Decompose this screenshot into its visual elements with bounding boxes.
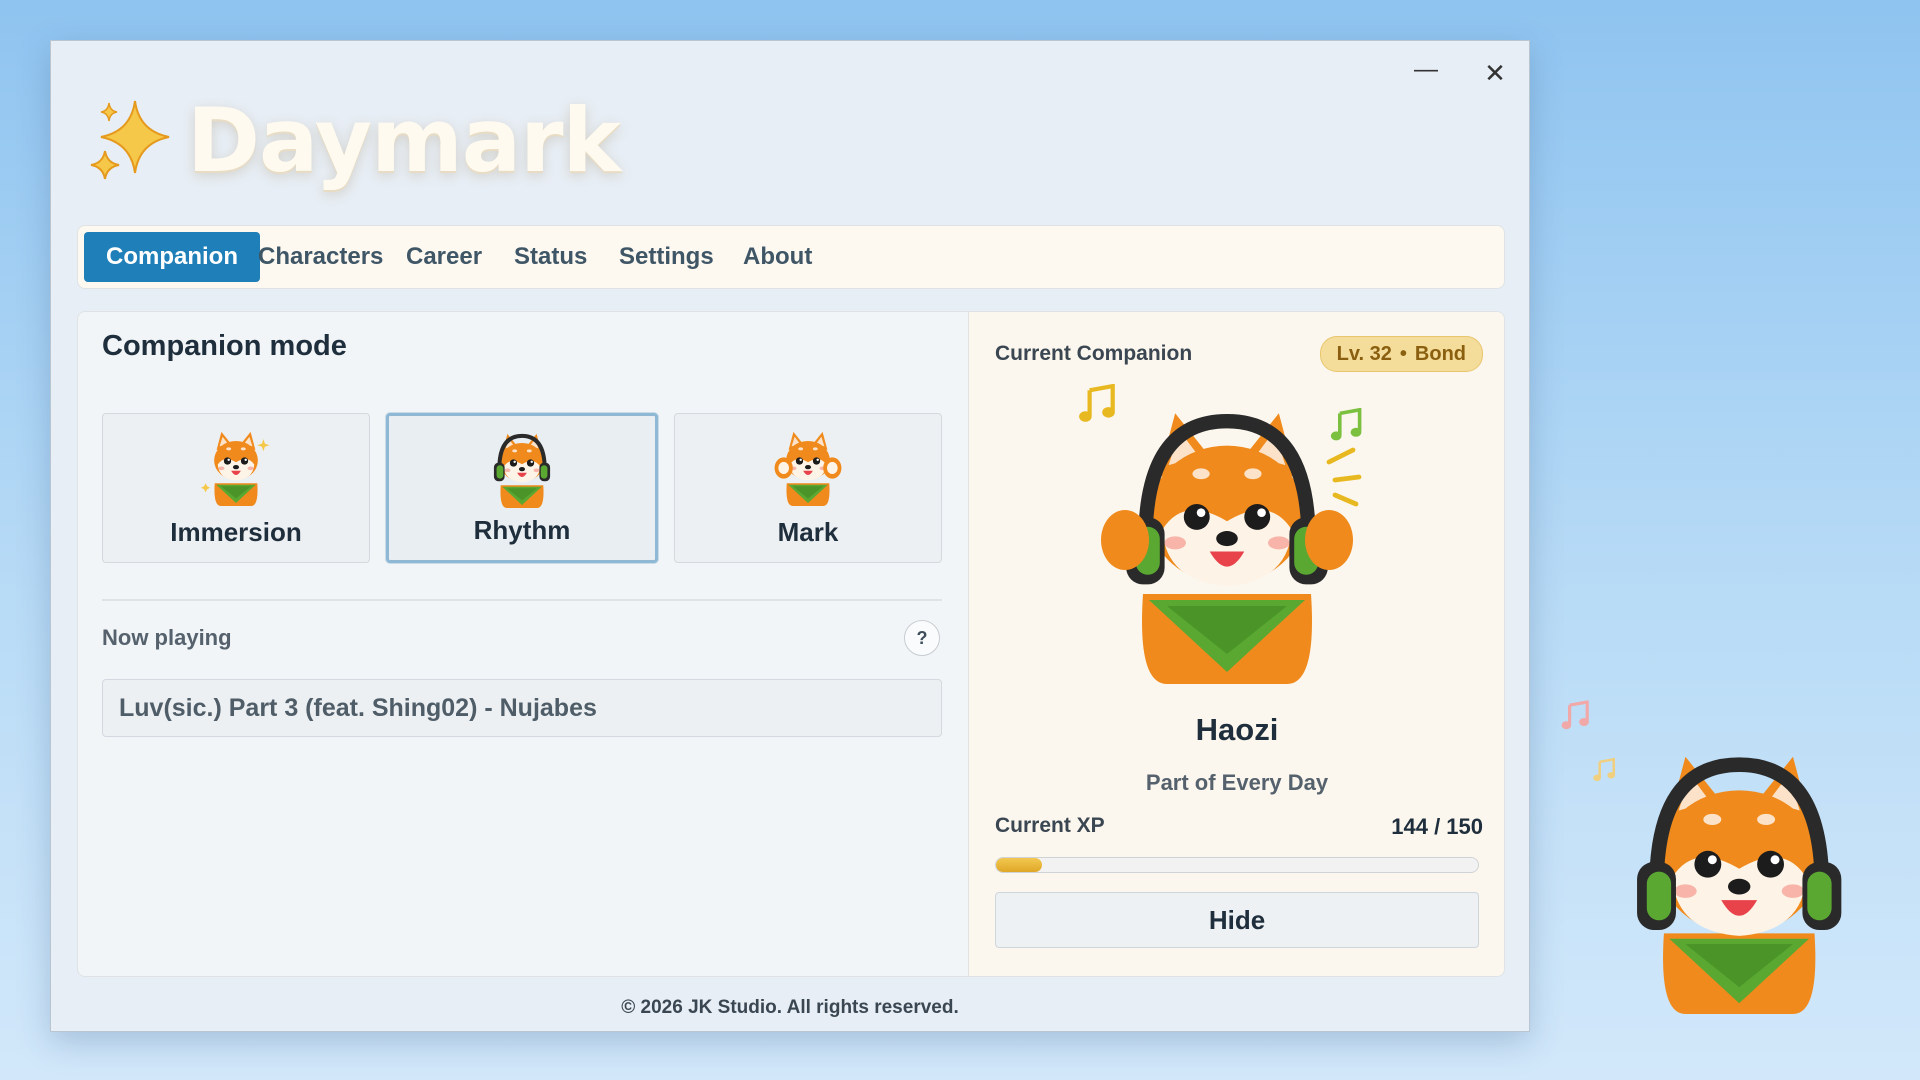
help-button[interactable]: ? xyxy=(904,620,940,656)
companion-portrait xyxy=(1077,384,1364,684)
companion-name: Haozi xyxy=(1195,712,1279,747)
badge-separator: • xyxy=(1399,343,1407,365)
app-window: — ✕ Daymark Companion Characters Career … xyxy=(50,40,1530,1032)
mode-card-immersion[interactable]: Immersion xyxy=(102,413,370,563)
xp-value: 144 / 150 xyxy=(1391,814,1483,839)
sparkle-icon xyxy=(90,100,170,180)
music-note-icon xyxy=(1079,386,1115,422)
app-title: Daymark xyxy=(187,88,621,192)
tab-characters[interactable]: Characters xyxy=(236,232,405,282)
close-button[interactable]: ✕ xyxy=(1475,55,1515,91)
desktop-pet[interactable] xyxy=(1560,700,1880,1040)
mode-label-mark: Mark xyxy=(777,517,839,547)
hide-button[interactable]: Hide xyxy=(995,892,1479,948)
tab-settings[interactable]: Settings xyxy=(597,232,736,282)
music-note-icon xyxy=(1592,758,1617,783)
xp-progress-fill xyxy=(996,858,1043,872)
xp-progress-bar xyxy=(995,857,1479,873)
section-title: Companion mode xyxy=(102,330,347,362)
footer-copyright: © 2026 JK Studio. All rights reserved. xyxy=(621,997,959,1018)
tab-companion[interactable]: Companion xyxy=(84,232,260,282)
content-panel: Companion mode Immersion Rhythm Mark Now… xyxy=(77,311,1505,977)
tab-bar: Companion Characters Career Status Setti… xyxy=(77,225,1505,289)
level-text: Lv. 32 xyxy=(1336,343,1392,365)
xp-label: Current XP xyxy=(995,814,1105,837)
now-playing-label: Now playing xyxy=(102,625,232,650)
current-companion-section: Current Companion Lv. 32 • Bond Haozi Part… xyxy=(968,312,1504,976)
now-playing-field[interactable]: Luv(sic.) Part 3 (feat. Shing02) - Nujab… xyxy=(102,679,942,737)
tab-about[interactable]: About xyxy=(721,232,834,282)
section-divider xyxy=(102,599,942,601)
shiba-cheer-icon xyxy=(201,431,270,506)
tab-career[interactable]: Career xyxy=(384,232,504,282)
level-badge: Lv. 32 • Bond xyxy=(1319,336,1483,372)
bond-text: Bond xyxy=(1414,343,1466,365)
app-logo: Daymark xyxy=(87,85,621,195)
music-note-icon xyxy=(1560,700,1591,731)
shiba-paws-icon xyxy=(774,431,842,506)
mode-label-immersion: Immersion xyxy=(170,517,302,547)
companion-mode-section: Companion mode Immersion Rhythm Mark Now… xyxy=(78,312,967,976)
companion-subtitle: Part of Every Day xyxy=(1145,770,1329,795)
shiba-headphones-icon xyxy=(484,433,560,508)
minimize-button[interactable]: — xyxy=(1406,55,1446,91)
mode-card-mark[interactable]: Mark xyxy=(674,413,942,563)
current-companion-label: Current Companion xyxy=(995,342,1193,365)
mode-label-rhythm: Rhythm xyxy=(473,515,571,545)
mode-card-rhythm[interactable]: Rhythm xyxy=(386,413,658,563)
music-note-icon xyxy=(1329,408,1364,443)
tab-status[interactable]: Status xyxy=(492,232,609,282)
